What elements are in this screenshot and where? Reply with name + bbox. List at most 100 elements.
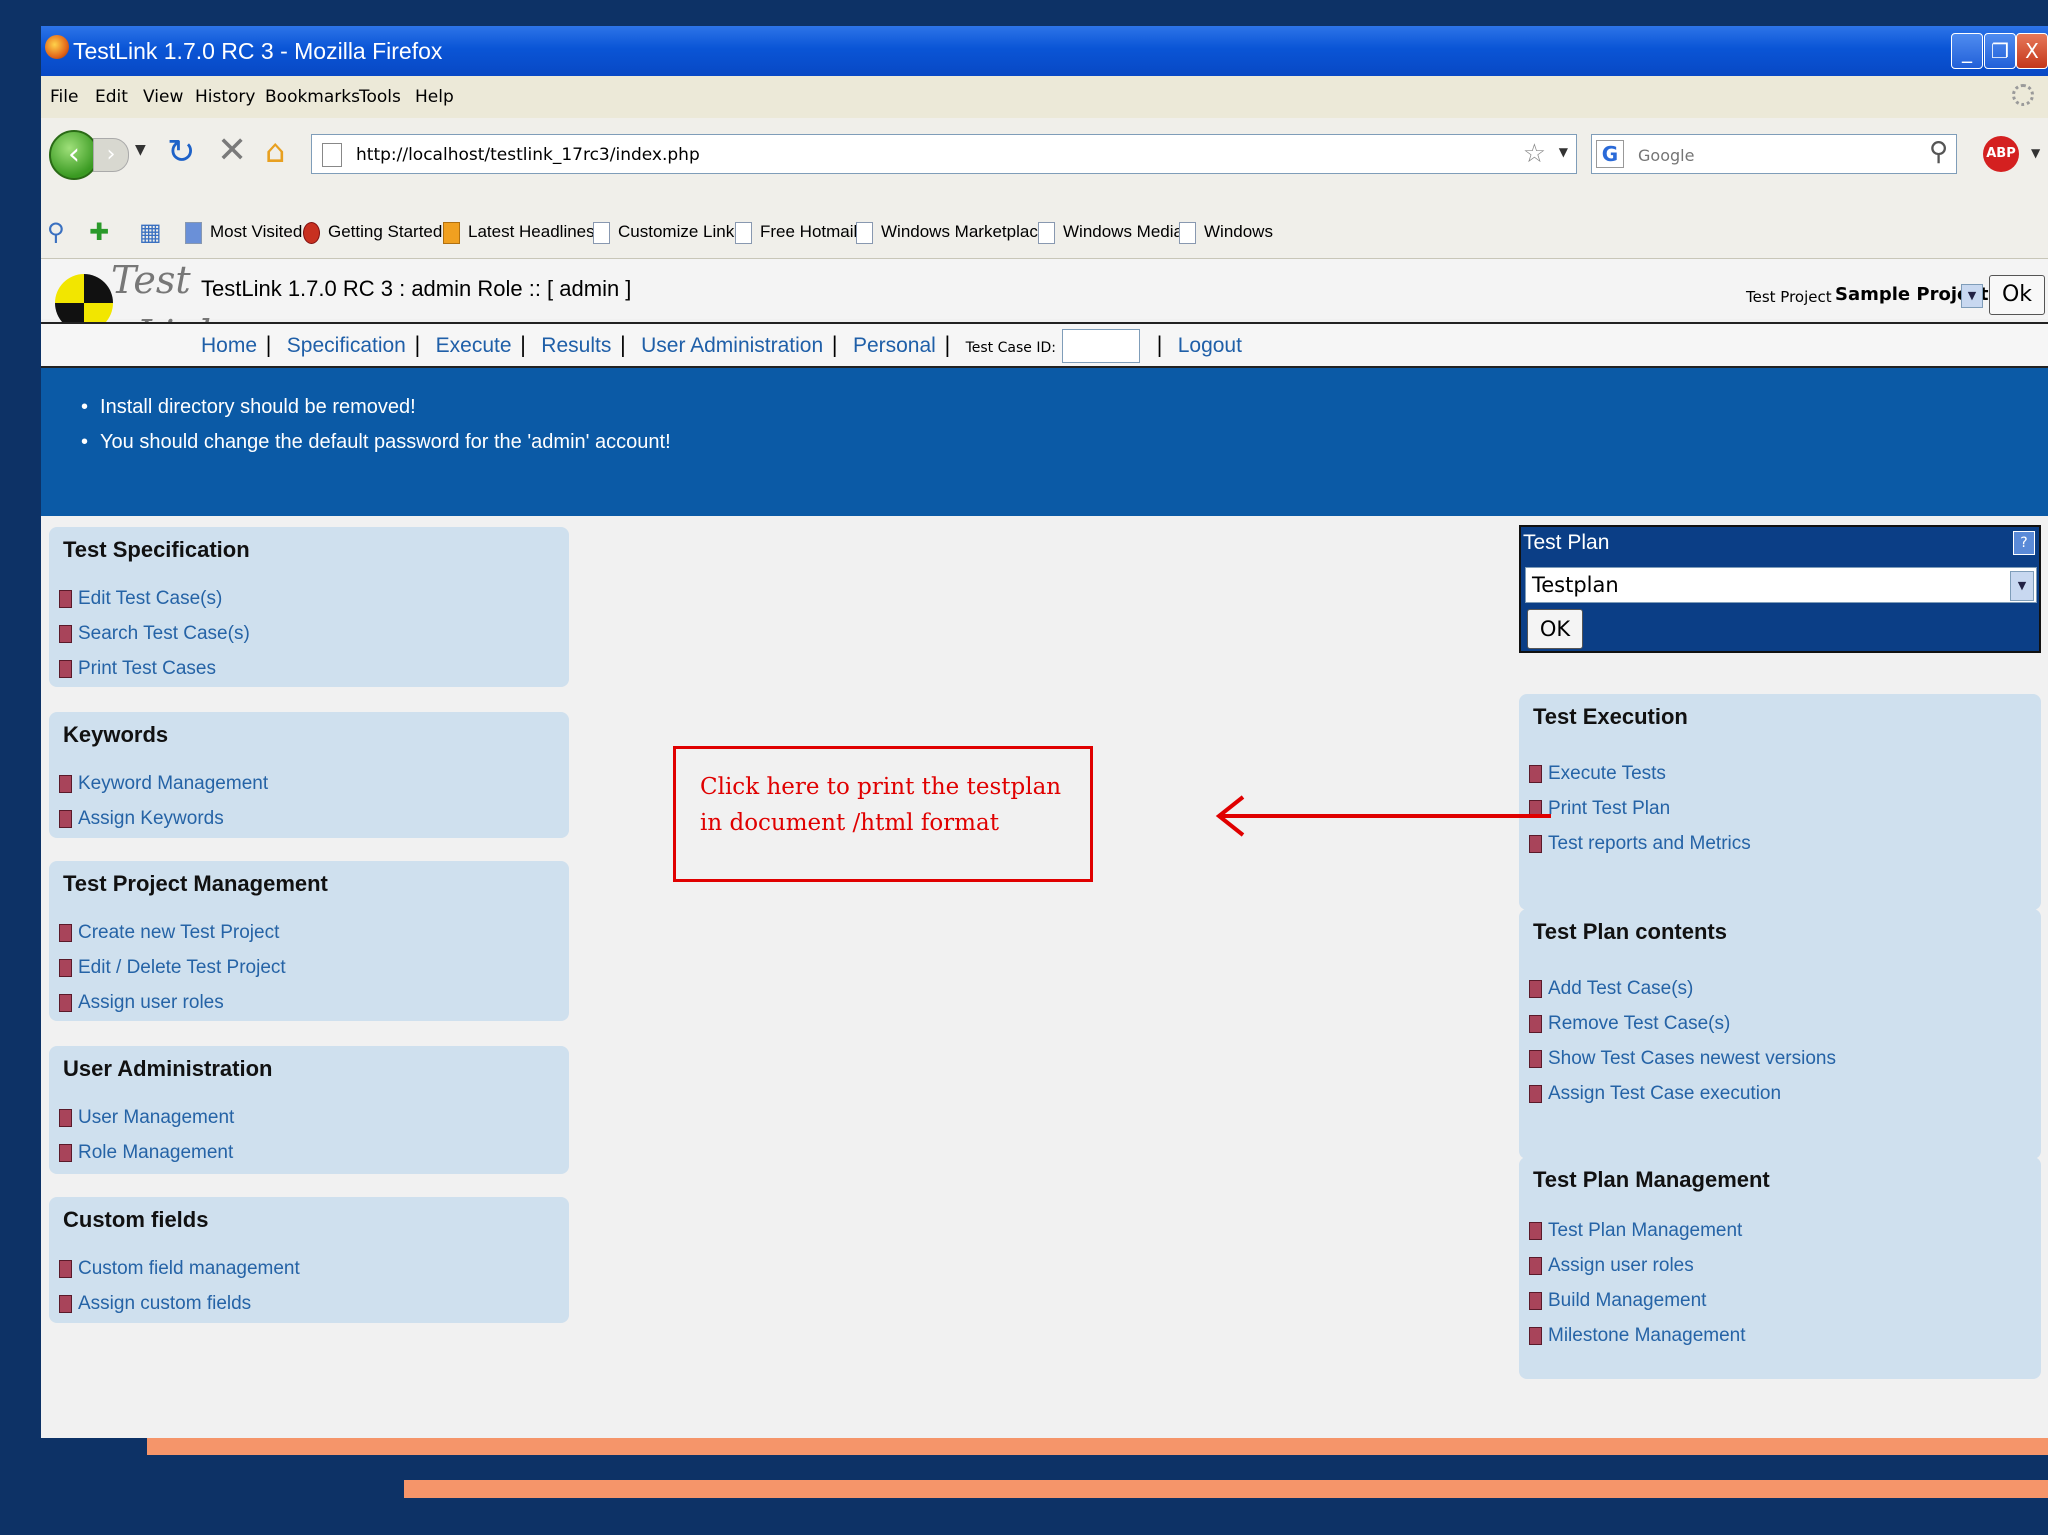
history-dropdown-icon[interactable]: ▼ (135, 142, 146, 158)
bullet-icon (59, 659, 72, 678)
menu-history[interactable]: History (195, 76, 255, 118)
link-execute-tests[interactable]: Execute Tests (1529, 756, 1751, 791)
test-case-id-input[interactable] (1061, 329, 1140, 363)
bookmark-latest-headlines[interactable]: Latest Headlines (443, 206, 595, 258)
search-input[interactable] (1636, 139, 1920, 171)
link-edit-test-cases[interactable]: Edit Test Case(s) (59, 581, 250, 616)
test-plan-select[interactable]: Testplan ▼ (1525, 567, 2037, 603)
link-user-management[interactable]: User Management (59, 1100, 234, 1135)
menu-help[interactable]: Help (415, 76, 454, 118)
link-create-test-project[interactable]: Create new Test Project (59, 915, 286, 950)
window-title: TestLink 1.7.0 RC 3 - Mozilla Firefox (73, 38, 443, 64)
link-print-test-plan[interactable]: Print Test Plan (1529, 791, 1751, 826)
nav-specification[interactable]: Specification (287, 334, 406, 357)
bullet-icon (1529, 1221, 1542, 1240)
bookmark-customize-links[interactable]: Customize Links (593, 206, 743, 258)
bookmark-getting-started[interactable]: Getting Started (303, 206, 442, 258)
menu-tools[interactable]: Tools (359, 76, 401, 118)
link-assign-user-roles[interactable]: Assign user roles (59, 985, 286, 1020)
menu-file[interactable]: File (50, 76, 78, 118)
url-dropdown-icon[interactable]: ▼ (1559, 145, 1568, 159)
link-edit-delete-test-project[interactable]: Edit / Delete Test Project (59, 950, 286, 985)
bookmark-label: Windows Marketplace (881, 222, 1048, 241)
link-test-plan-management[interactable]: Test Plan Management (1529, 1213, 1746, 1248)
bullet-icon (59, 993, 72, 1012)
help-icon[interactable]: ? (2013, 531, 2035, 555)
link-assign-keywords[interactable]: Assign Keywords (59, 801, 268, 836)
panel-title: Custom fields (63, 1207, 209, 1232)
bullet-icon (59, 774, 72, 793)
adblock-icon[interactable]: ABP (1983, 136, 2019, 172)
nav-results[interactable]: Results (541, 334, 611, 357)
bookmark-most-visited[interactable]: Most Visited (185, 206, 302, 258)
browser-window: TestLink 1.7.0 RC 3 - Mozilla Firefox _ … (41, 26, 2048, 1438)
test-plan-ok-button[interactable]: OK (1527, 609, 1583, 649)
link-role-management[interactable]: Role Management (59, 1135, 234, 1170)
minimize-button[interactable]: _ (1951, 33, 1983, 69)
bullet-icon (59, 1143, 72, 1162)
reload-icon[interactable]: ↻ (167, 132, 196, 172)
panel-title: User Administration (63, 1056, 273, 1081)
search-icon[interactable]: ⚲ (1929, 137, 1948, 167)
adblock-dropdown-icon[interactable]: ▼ (2031, 146, 2040, 160)
link-test-reports-metrics[interactable]: Test reports and Metrics (1529, 826, 1751, 861)
link-search-test-cases[interactable]: Search Test Case(s) (59, 616, 250, 651)
bookmark-windows-media[interactable]: Windows Media (1038, 206, 1183, 258)
link-print-test-cases[interactable]: Print Test Cases (59, 651, 250, 686)
main-navigation: Home | Specification | Execute | Results | U… (41, 322, 2048, 368)
nav-personal[interactable]: Personal (853, 334, 936, 357)
link-assign-custom-fields[interactable]: Assign custom fields (59, 1286, 300, 1321)
forward-button[interactable]: › (93, 138, 129, 172)
annotation-callout: Click here to print the testplan in docu… (673, 746, 1093, 882)
link-assign-test-case-execution[interactable]: Assign Test Case execution (1529, 1076, 1836, 1111)
project-ok-button[interactable]: Ok (1989, 275, 2045, 315)
bookmark-windows[interactable]: Windows (1179, 206, 1273, 258)
warning-item: Install directory should be removed! (81, 390, 671, 425)
link-milestone-management[interactable]: Milestone Management (1529, 1318, 1746, 1353)
bookmark-label: Windows Media (1063, 222, 1183, 241)
bullet-icon (59, 1294, 72, 1313)
stop-icon[interactable]: ✕ (217, 130, 247, 171)
calendar-icon[interactable]: ▦ (139, 218, 162, 246)
bullet-icon (1529, 1084, 1542, 1103)
link-plan-assign-user-roles[interactable]: Assign user roles (1529, 1248, 1746, 1283)
nav-user-administration[interactable]: User Administration (641, 334, 823, 357)
menu-bar: File Edit View History Bookmarks Tools H… (41, 76, 2048, 118)
panel-test-plan-contents: Test Plan contents Add Test Case(s) Remo… (1519, 909, 2041, 1159)
bullet-icon (59, 1259, 72, 1278)
menu-bookmarks[interactable]: Bookmarks (265, 76, 360, 118)
nav-home[interactable]: Home (201, 334, 257, 357)
search-engine-icon[interactable]: G (1596, 140, 1624, 168)
home-icon[interactable]: ⌂ (265, 132, 285, 170)
panel-test-plan-management: Test Plan Management Test Plan Managemen… (1519, 1157, 2041, 1379)
add-bookmark-icon[interactable]: ✚ (89, 218, 109, 246)
link-build-management[interactable]: Build Management (1529, 1283, 1746, 1318)
test-plan-selected-value: Testplan (1532, 573, 1619, 597)
close-button[interactable]: X (2016, 33, 2048, 69)
url-input[interactable] (354, 139, 1498, 171)
menu-edit[interactable]: Edit (95, 76, 128, 118)
title-bar: TestLink 1.7.0 RC 3 - Mozilla Firefox _ … (41, 26, 2048, 76)
bookmark-free-hotmail[interactable]: Free Hotmail (735, 206, 857, 258)
link-keyword-management[interactable]: Keyword Management (59, 766, 268, 801)
panel-title: Test Plan contents (1533, 919, 1727, 944)
chevron-down-icon[interactable]: ▼ (1961, 284, 1983, 308)
bookmark-label: Getting Started (328, 222, 443, 241)
link-show-newest-versions[interactable]: Show Test Cases newest versions (1529, 1041, 1836, 1076)
bullet-icon (59, 923, 72, 942)
nav-logout[interactable]: Logout (1178, 334, 1242, 357)
back-button[interactable]: ‹ (49, 130, 99, 180)
link-custom-field-management[interactable]: Custom field management (59, 1251, 300, 1286)
link-remove-test-cases[interactable]: Remove Test Case(s) (1529, 1006, 1836, 1041)
menu-view[interactable]: View (143, 76, 183, 118)
bookmark-star-icon[interactable]: ☆ (1523, 139, 1546, 169)
nav-execute[interactable]: Execute (436, 334, 512, 357)
link-add-test-cases[interactable]: Add Test Case(s) (1529, 971, 1836, 1006)
bullet-icon (1529, 764, 1542, 783)
restore-button[interactable]: ❐ (1984, 33, 2016, 69)
bookmark-windows-marketplace[interactable]: Windows Marketplace (856, 206, 1047, 258)
page-icon (322, 143, 342, 167)
chevron-down-icon[interactable]: ▼ (2010, 571, 2034, 601)
search-tool-icon[interactable]: ⚲ (47, 218, 65, 246)
bookmarks-toolbar: ⚲ ✚ ▦ Most Visited Getting Started Lates… (41, 206, 2048, 259)
